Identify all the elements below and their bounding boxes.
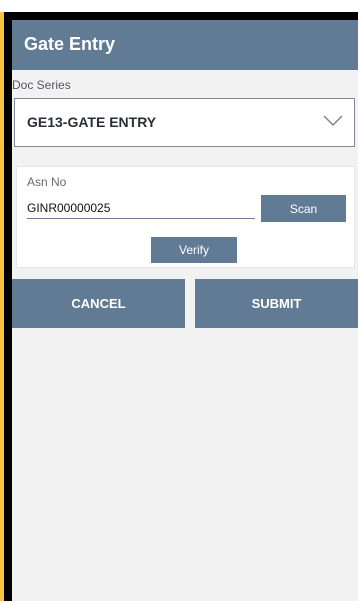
- cancel-button[interactable]: CANCEL: [12, 279, 185, 328]
- doc-series-label: Doc Series: [12, 78, 71, 92]
- top-strip: [0, 0, 358, 12]
- asn-input[interactable]: [27, 197, 255, 219]
- asn-label: Asn No: [27, 175, 67, 189]
- chevron-down-icon: [323, 115, 343, 127]
- page-title: Gate Entry: [24, 34, 116, 54]
- asn-card: Asn No Scan Verify: [16, 166, 355, 268]
- app-bar: Gate Entry: [12, 20, 358, 70]
- app-screen: Gate Entry Doc Series GE13-GATE ENTRY As…: [12, 20, 358, 601]
- device-frame: Gate Entry Doc Series GE13-GATE ENTRY As…: [4, 12, 358, 601]
- verify-button[interactable]: Verify: [151, 237, 237, 263]
- submit-button[interactable]: SUBMIT: [195, 279, 358, 328]
- scan-button[interactable]: Scan: [261, 195, 346, 222]
- doc-series-value: GE13-GATE ENTRY: [27, 114, 157, 130]
- doc-series-select[interactable]: GE13-GATE ENTRY: [14, 98, 355, 147]
